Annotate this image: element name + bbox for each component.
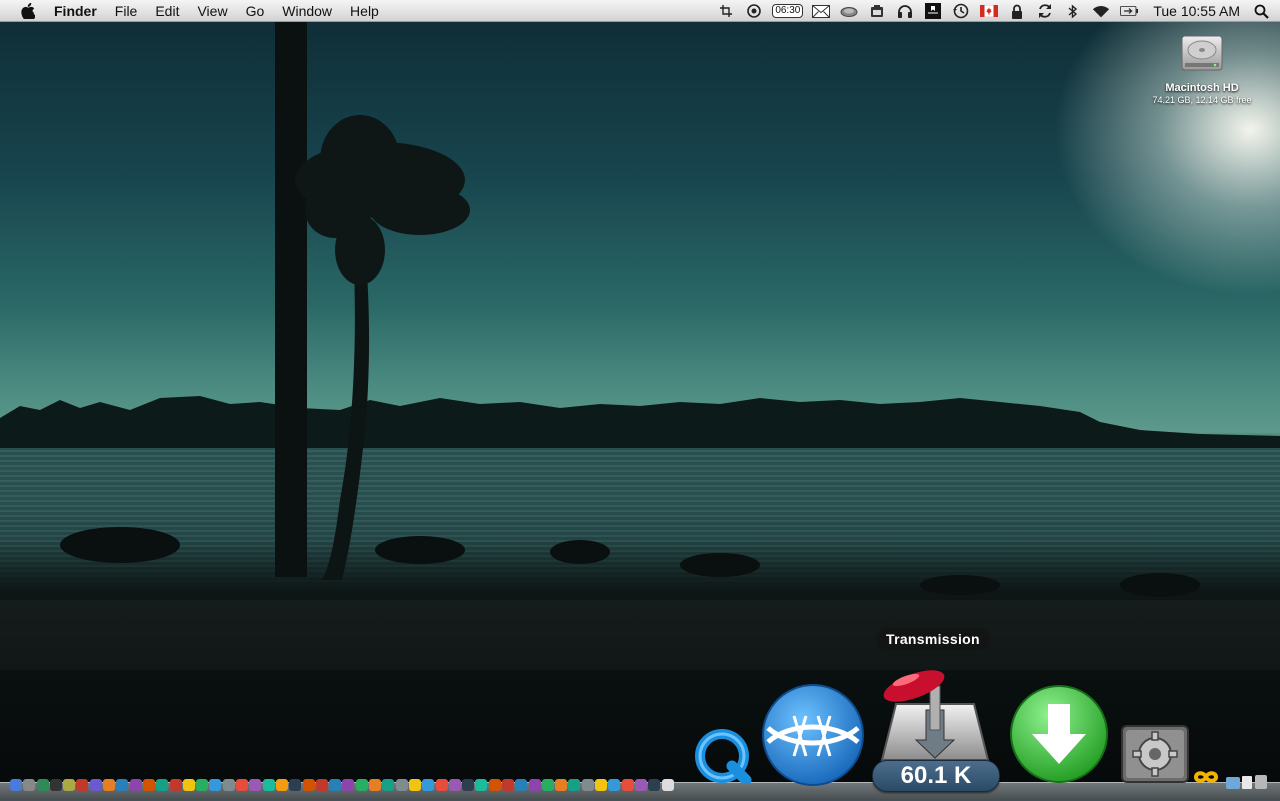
timer-badge[interactable]: 06:30 — [772, 4, 804, 18]
dock-app-icon[interactable] — [76, 779, 89, 791]
dock-app-icon[interactable] — [634, 779, 647, 791]
drive-name: Macintosh HD — [1165, 82, 1239, 94]
dock-app-icon[interactable] — [369, 779, 382, 791]
wallpaper-palm-tree — [60, 22, 1200, 597]
headphones-icon[interactable] — [896, 3, 914, 19]
dock-app-icon[interactable] — [249, 779, 262, 791]
dock-app-icon[interactable] — [541, 779, 554, 791]
dock-tooltip: Transmission — [876, 628, 990, 650]
dock-app-icon[interactable] — [302, 779, 315, 791]
dock-app-icon[interactable] — [462, 779, 475, 791]
time-machine-icon[interactable] — [952, 3, 970, 19]
dock-app-icon[interactable] — [488, 779, 501, 791]
infinity-app-icon[interactable] — [1192, 766, 1220, 793]
dock-small-icons — [10, 773, 675, 791]
dock-app-icon[interactable] — [129, 779, 142, 791]
dock-app-icon[interactable] — [555, 779, 568, 791]
dock-app-icon[interactable] — [142, 779, 155, 791]
download-arrow-icon[interactable] — [1008, 684, 1110, 789]
wifi-icon[interactable] — [1092, 3, 1110, 19]
documents-stack-icon[interactable] — [1242, 776, 1252, 789]
dock-app-icon[interactable] — [36, 779, 49, 791]
transmission-speed-badge: 60.1 K — [872, 760, 1000, 792]
menu-finder[interactable]: Finder — [54, 0, 106, 22]
dock-app-icon[interactable] — [182, 779, 195, 791]
dock-app-icon[interactable] — [236, 779, 249, 791]
cloud-icon[interactable] — [840, 3, 858, 19]
dock-app-icon[interactable] — [408, 779, 421, 791]
sync-icon[interactable] — [1036, 3, 1054, 19]
dock-app-icon[interactable] — [315, 779, 328, 791]
dock-app-icon[interactable] — [63, 779, 76, 791]
camera-icon[interactable] — [868, 3, 886, 19]
dock-app-icon[interactable] — [10, 779, 22, 791]
bookmark-icon[interactable] — [924, 3, 942, 19]
dock-app-icon[interactable] — [608, 779, 621, 791]
dock-app-icon[interactable] — [196, 779, 209, 791]
downloads-stack-icon[interactable] — [1226, 777, 1240, 789]
drive-info: 74.21 GB, 12.14 GB free — [1152, 95, 1252, 105]
dock-app-icon[interactable] — [342, 779, 355, 791]
dock-app-icon[interactable] — [262, 779, 275, 791]
dock-app-icon[interactable] — [169, 779, 182, 791]
dock-app-icon[interactable] — [661, 779, 674, 791]
dock-app-icon[interactable] — [289, 779, 302, 791]
dock-app-icon[interactable] — [116, 779, 129, 791]
menu-go[interactable]: Go — [237, 0, 274, 22]
hard-drive-icon[interactable] — [1179, 30, 1225, 76]
dock-app-icon[interactable] — [475, 779, 488, 791]
target-icon[interactable] — [745, 3, 763, 19]
dock-app-icon[interactable] — [501, 779, 514, 791]
dock-app-icon[interactable] — [222, 779, 235, 791]
menu-clock[interactable]: Tue 10:55 AM — [1153, 3, 1240, 19]
menu-bar: Finder File Edit View Go Window Help 06:… — [0, 0, 1280, 22]
dock-app-icon[interactable] — [103, 779, 116, 791]
dock-app-icon[interactable] — [23, 779, 36, 791]
dock-app-icon[interactable] — [209, 779, 222, 791]
lock-icon[interactable] — [1008, 3, 1026, 19]
dock-app-icon[interactable] — [275, 779, 288, 791]
status-menu-area: 06:30 Tue 10:55 AM — [712, 0, 1280, 22]
crop-icon[interactable] — [717, 3, 735, 19]
dock-app-icon[interactable] — [156, 779, 169, 791]
menu-edit[interactable]: Edit — [146, 0, 188, 22]
bluetooth-icon[interactable] — [1064, 3, 1082, 19]
dock-app-icon[interactable] — [581, 779, 594, 791]
dock-trash-area — [1226, 775, 1267, 789]
dock-app-icon[interactable] — [621, 779, 634, 791]
system-preferences-icon[interactable] — [1120, 724, 1190, 789]
apple-menu-icon[interactable] — [18, 0, 38, 22]
dock-app-icon[interactable] — [382, 779, 395, 791]
dock-app-icon[interactable] — [395, 779, 408, 791]
dock-app-icon[interactable] — [89, 779, 102, 791]
menu-help[interactable]: Help — [341, 0, 388, 22]
dock-app-icon[interactable] — [648, 779, 661, 791]
trash-icon[interactable] — [1255, 775, 1267, 789]
menu-file[interactable]: File — [106, 0, 147, 22]
battery-icon[interactable] — [1120, 3, 1139, 19]
dock-app-icon[interactable] — [595, 779, 608, 791]
canada-flag-icon[interactable] — [980, 3, 999, 19]
dock-app-icon[interactable] — [329, 779, 342, 791]
dock-app-icon[interactable] — [49, 779, 62, 791]
dock-app-icon[interactable] — [528, 779, 541, 791]
macintosh-hd-drive[interactable]: Macintosh HD 74.21 GB, 12.14 GB free — [1140, 30, 1264, 105]
spotlight-search-icon[interactable] — [1252, 2, 1270, 20]
dock-app-icon[interactable] — [515, 779, 528, 791]
frostwire-icon[interactable] — [760, 682, 866, 793]
mail-icon[interactable] — [812, 3, 831, 19]
menu-view[interactable]: View — [188, 0, 236, 22]
dock-app-icon[interactable] — [422, 779, 435, 791]
menu-window[interactable]: Window — [273, 0, 341, 22]
dock-app-icon[interactable] — [435, 779, 448, 791]
dock-app-icon[interactable] — [448, 779, 461, 791]
dock-app-icon[interactable] — [568, 779, 581, 791]
dock-app-icon[interactable] — [355, 779, 368, 791]
quicktime-icon[interactable] — [694, 728, 754, 789]
